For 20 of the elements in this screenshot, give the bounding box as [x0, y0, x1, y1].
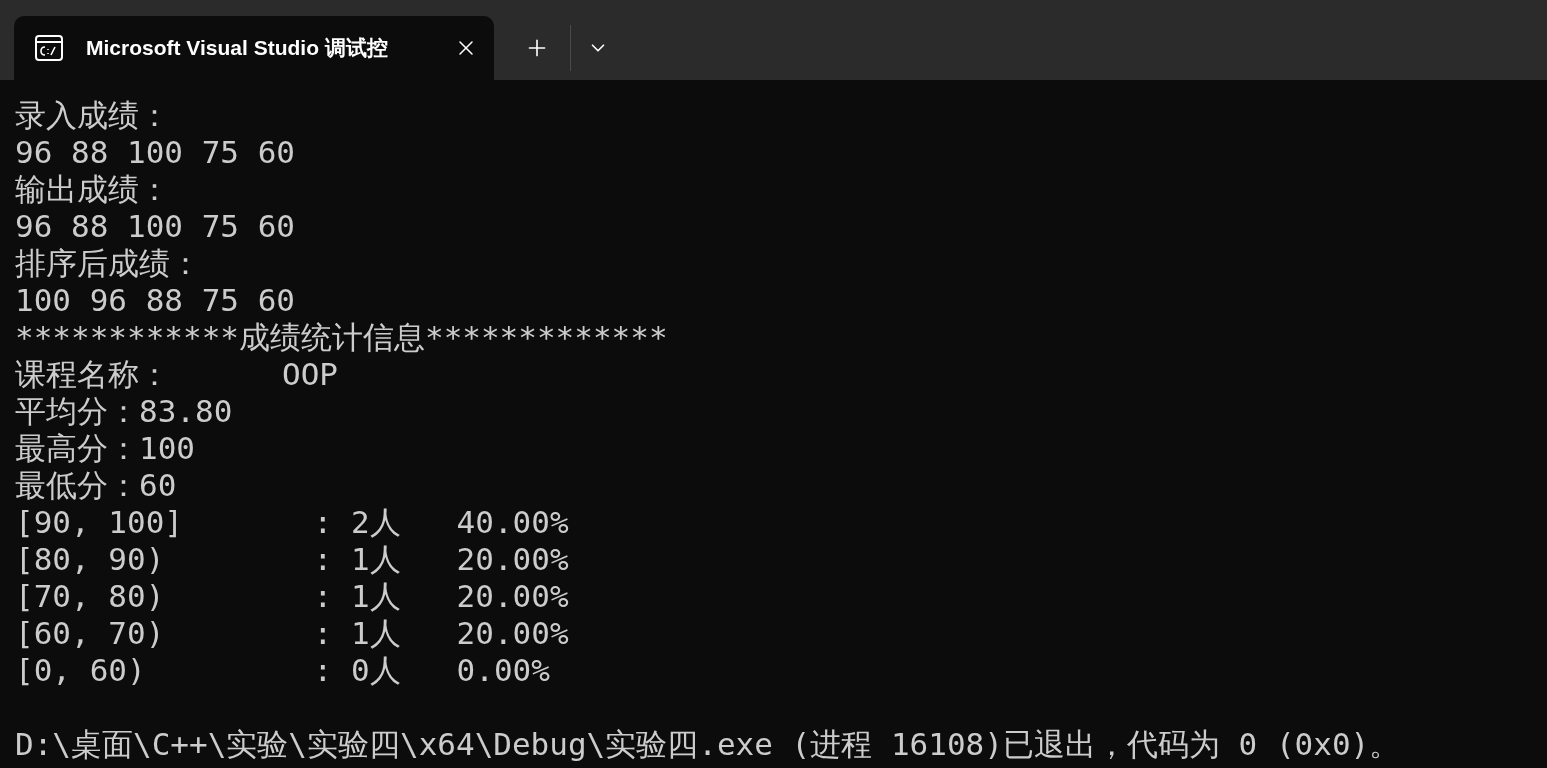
- console-icon: [34, 33, 64, 63]
- console-line: [80, 90) : 1人 20.00%: [15, 541, 569, 578]
- console-line: [70, 80) : 1人 20.00%: [15, 578, 569, 615]
- console-line: 96 88 100 75 60: [15, 134, 295, 171]
- console-line: 课程名称： OOP: [15, 356, 338, 393]
- console-line: 最低分：60: [15, 467, 177, 504]
- terminal-tab[interactable]: Microsoft Visual Studio 调试控: [14, 16, 494, 80]
- console-line: 平均分：83.80: [15, 393, 233, 430]
- console-line: 96 88 100 75 60: [15, 208, 295, 245]
- console-line: [0, 60) : 0人 0.00%: [15, 652, 550, 689]
- console-line: [90, 100] : 2人 40.00%: [15, 504, 569, 541]
- tab-title: Microsoft Visual Studio 调试控: [86, 35, 388, 62]
- console-line: 100 96 88 75 60: [15, 282, 295, 319]
- console-line: 输出成绩：: [15, 171, 170, 208]
- console-line: 录入成绩：: [15, 97, 170, 134]
- console-line: [60, 70) : 1人 20.00%: [15, 615, 569, 652]
- console-line: 排序后成绩：: [15, 245, 201, 282]
- exit-message: D:\桌面\C++\实验\实验四\x64\Debug\实验四.exe (进程 16108)已退出，代码为 0 (0x0)。: [15, 726, 1401, 763]
- console-line: 最高分：100: [15, 430, 195, 467]
- console-line: ************成绩统计信息*************: [15, 319, 668, 356]
